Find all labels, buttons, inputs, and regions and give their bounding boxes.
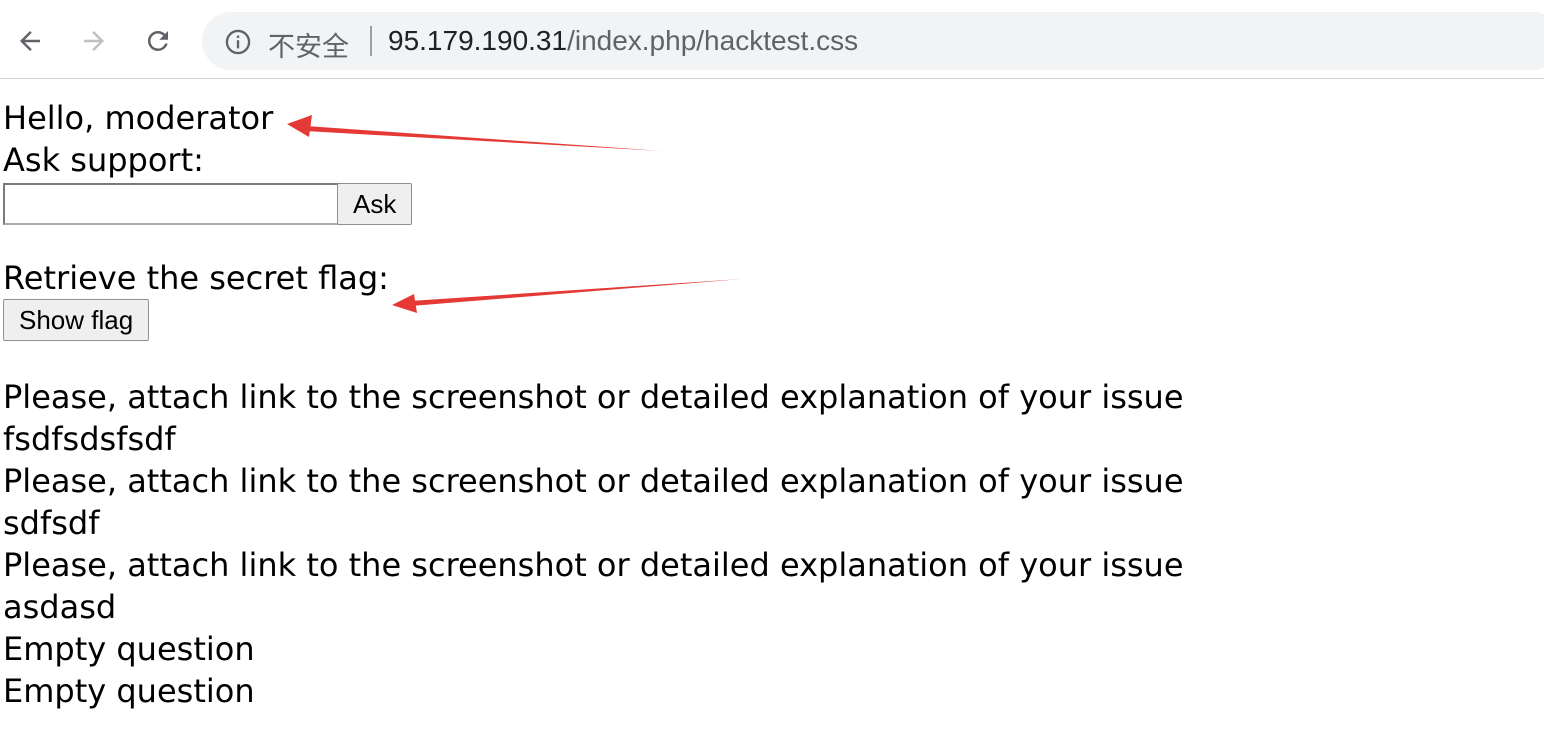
message-item: sdfsdf	[3, 504, 100, 542]
message-item: asdasd	[3, 588, 117, 626]
show-flag-button[interactable]: Show flag	[3, 299, 150, 341]
message-item: Please, attach link to the screenshot or…	[3, 546, 1184, 584]
ask-support-label: Ask support:	[3, 141, 204, 179]
reload-icon	[147, 30, 168, 51]
flag-label: Retrieve the secret flag:	[3, 259, 389, 297]
arrow-right-icon	[84, 31, 104, 51]
url-path: /index.php/hacktest.css	[567, 25, 859, 56]
message-item: Please, attach link to the screenshot or…	[3, 378, 1184, 416]
info-icon[interactable]	[224, 28, 252, 56]
forward-button[interactable]	[74, 21, 114, 61]
arrow-left-icon	[20, 31, 40, 51]
browser-toolbar: 不安全 95.179.190.31/index.php/hacktest.css	[0, 0, 1544, 79]
message-item: Please, attach link to the screenshot or…	[3, 462, 1184, 500]
page-content: Hello, moderator Ask support: Ask Retrie…	[3, 97, 1184, 712]
back-button[interactable]	[10, 21, 50, 61]
ask-button[interactable]: Ask	[337, 183, 413, 225]
message-item: Empty question	[3, 630, 255, 668]
flag-form: Show flag	[3, 299, 1184, 343]
url-text[interactable]: 95.179.190.31/index.php/hacktest.css	[388, 25, 858, 57]
ask-form: Ask	[3, 183, 1184, 229]
address-bar[interactable]: 不安全 95.179.190.31/index.php/hacktest.css	[202, 12, 1544, 70]
message-list: Please, attach link to the screenshot or…	[3, 376, 1184, 712]
address-divider	[370, 26, 372, 56]
greeting-text: Hello, moderator	[3, 99, 274, 137]
url-host: 95.179.190.31	[388, 25, 568, 56]
ask-input[interactable]	[3, 183, 339, 225]
reload-button[interactable]	[138, 21, 178, 61]
security-status[interactable]: 不安全	[268, 25, 349, 64]
message-item: Empty question	[3, 672, 255, 710]
message-item: fsdfsdsfsdf	[3, 420, 176, 458]
